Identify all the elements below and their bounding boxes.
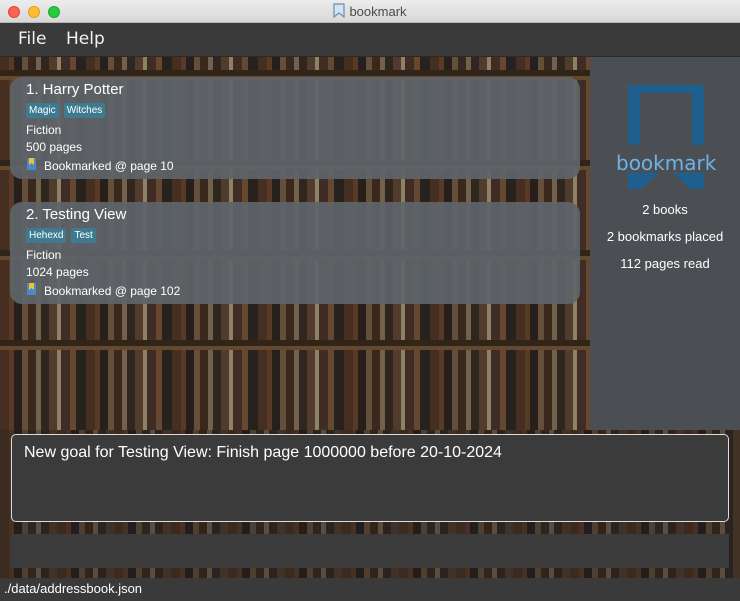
menu-file[interactable]: File: [18, 29, 46, 49]
window-title-text: bookmark: [349, 4, 407, 19]
bookmark-text: Bookmarked @ page 10: [44, 158, 174, 173]
book-pages: 1024 pages: [26, 265, 89, 279]
book-pages: 500 pages: [26, 140, 83, 154]
window-titlebar: bookmark: [0, 0, 740, 23]
bookmarks-count: 2 bookmarks placed: [606, 229, 724, 244]
bookmark-text: Bookmarked @ page 102: [44, 283, 181, 298]
book-title: 2. Testing View: [26, 206, 127, 223]
tag-badge: Hehexd: [26, 228, 67, 243]
logo-text: bookmark: [616, 151, 717, 175]
bookmark-badge-icon: [26, 282, 40, 299]
stats-panel: bookmark 2 books 2 bookmarks placed 112 …: [590, 57, 740, 430]
tag-badge: Test: [71, 228, 96, 243]
book-title: 1. Harry Potter: [26, 81, 124, 98]
bookmark-icon: [333, 3, 346, 21]
books-count: 2 books: [642, 202, 688, 217]
result-display[interactable]: New goal for Testing View: Finish page 1…: [11, 434, 729, 522]
bookmark-logo: bookmark: [616, 81, 717, 201]
tag-badge: Magic: [26, 103, 59, 118]
status-bar: ./data/addressbook.json: [0, 578, 740, 601]
bookmark-badge-icon: [26, 157, 40, 174]
pages-read-count: 112 pages read: [620, 256, 710, 271]
window-title: bookmark: [0, 3, 740, 21]
book-tags: Hehexd Test: [26, 228, 96, 243]
menu-bar: File Help: [0, 23, 740, 57]
book-card[interactable]: 2. Testing View Hehexd Test Fiction 1024…: [10, 202, 580, 304]
book-tags: Magic Witches: [26, 103, 106, 118]
data-file-path: ./data/addressbook.json: [4, 581, 143, 596]
book-card[interactable]: 1. Harry Potter Magic Witches Fiction 50…: [10, 77, 580, 179]
book-bookmark: Bookmarked @ page 10: [26, 157, 174, 174]
tag-badge: Witches: [63, 103, 106, 118]
command-input[interactable]: [11, 534, 729, 568]
book-genre: Fiction: [26, 123, 62, 137]
book-genre: Fiction: [26, 248, 62, 262]
menu-help[interactable]: Help: [66, 29, 105, 49]
book-bookmark: Bookmarked @ page 102: [26, 282, 180, 299]
result-text: New goal for Testing View: Finish page 1…: [24, 444, 502, 461]
